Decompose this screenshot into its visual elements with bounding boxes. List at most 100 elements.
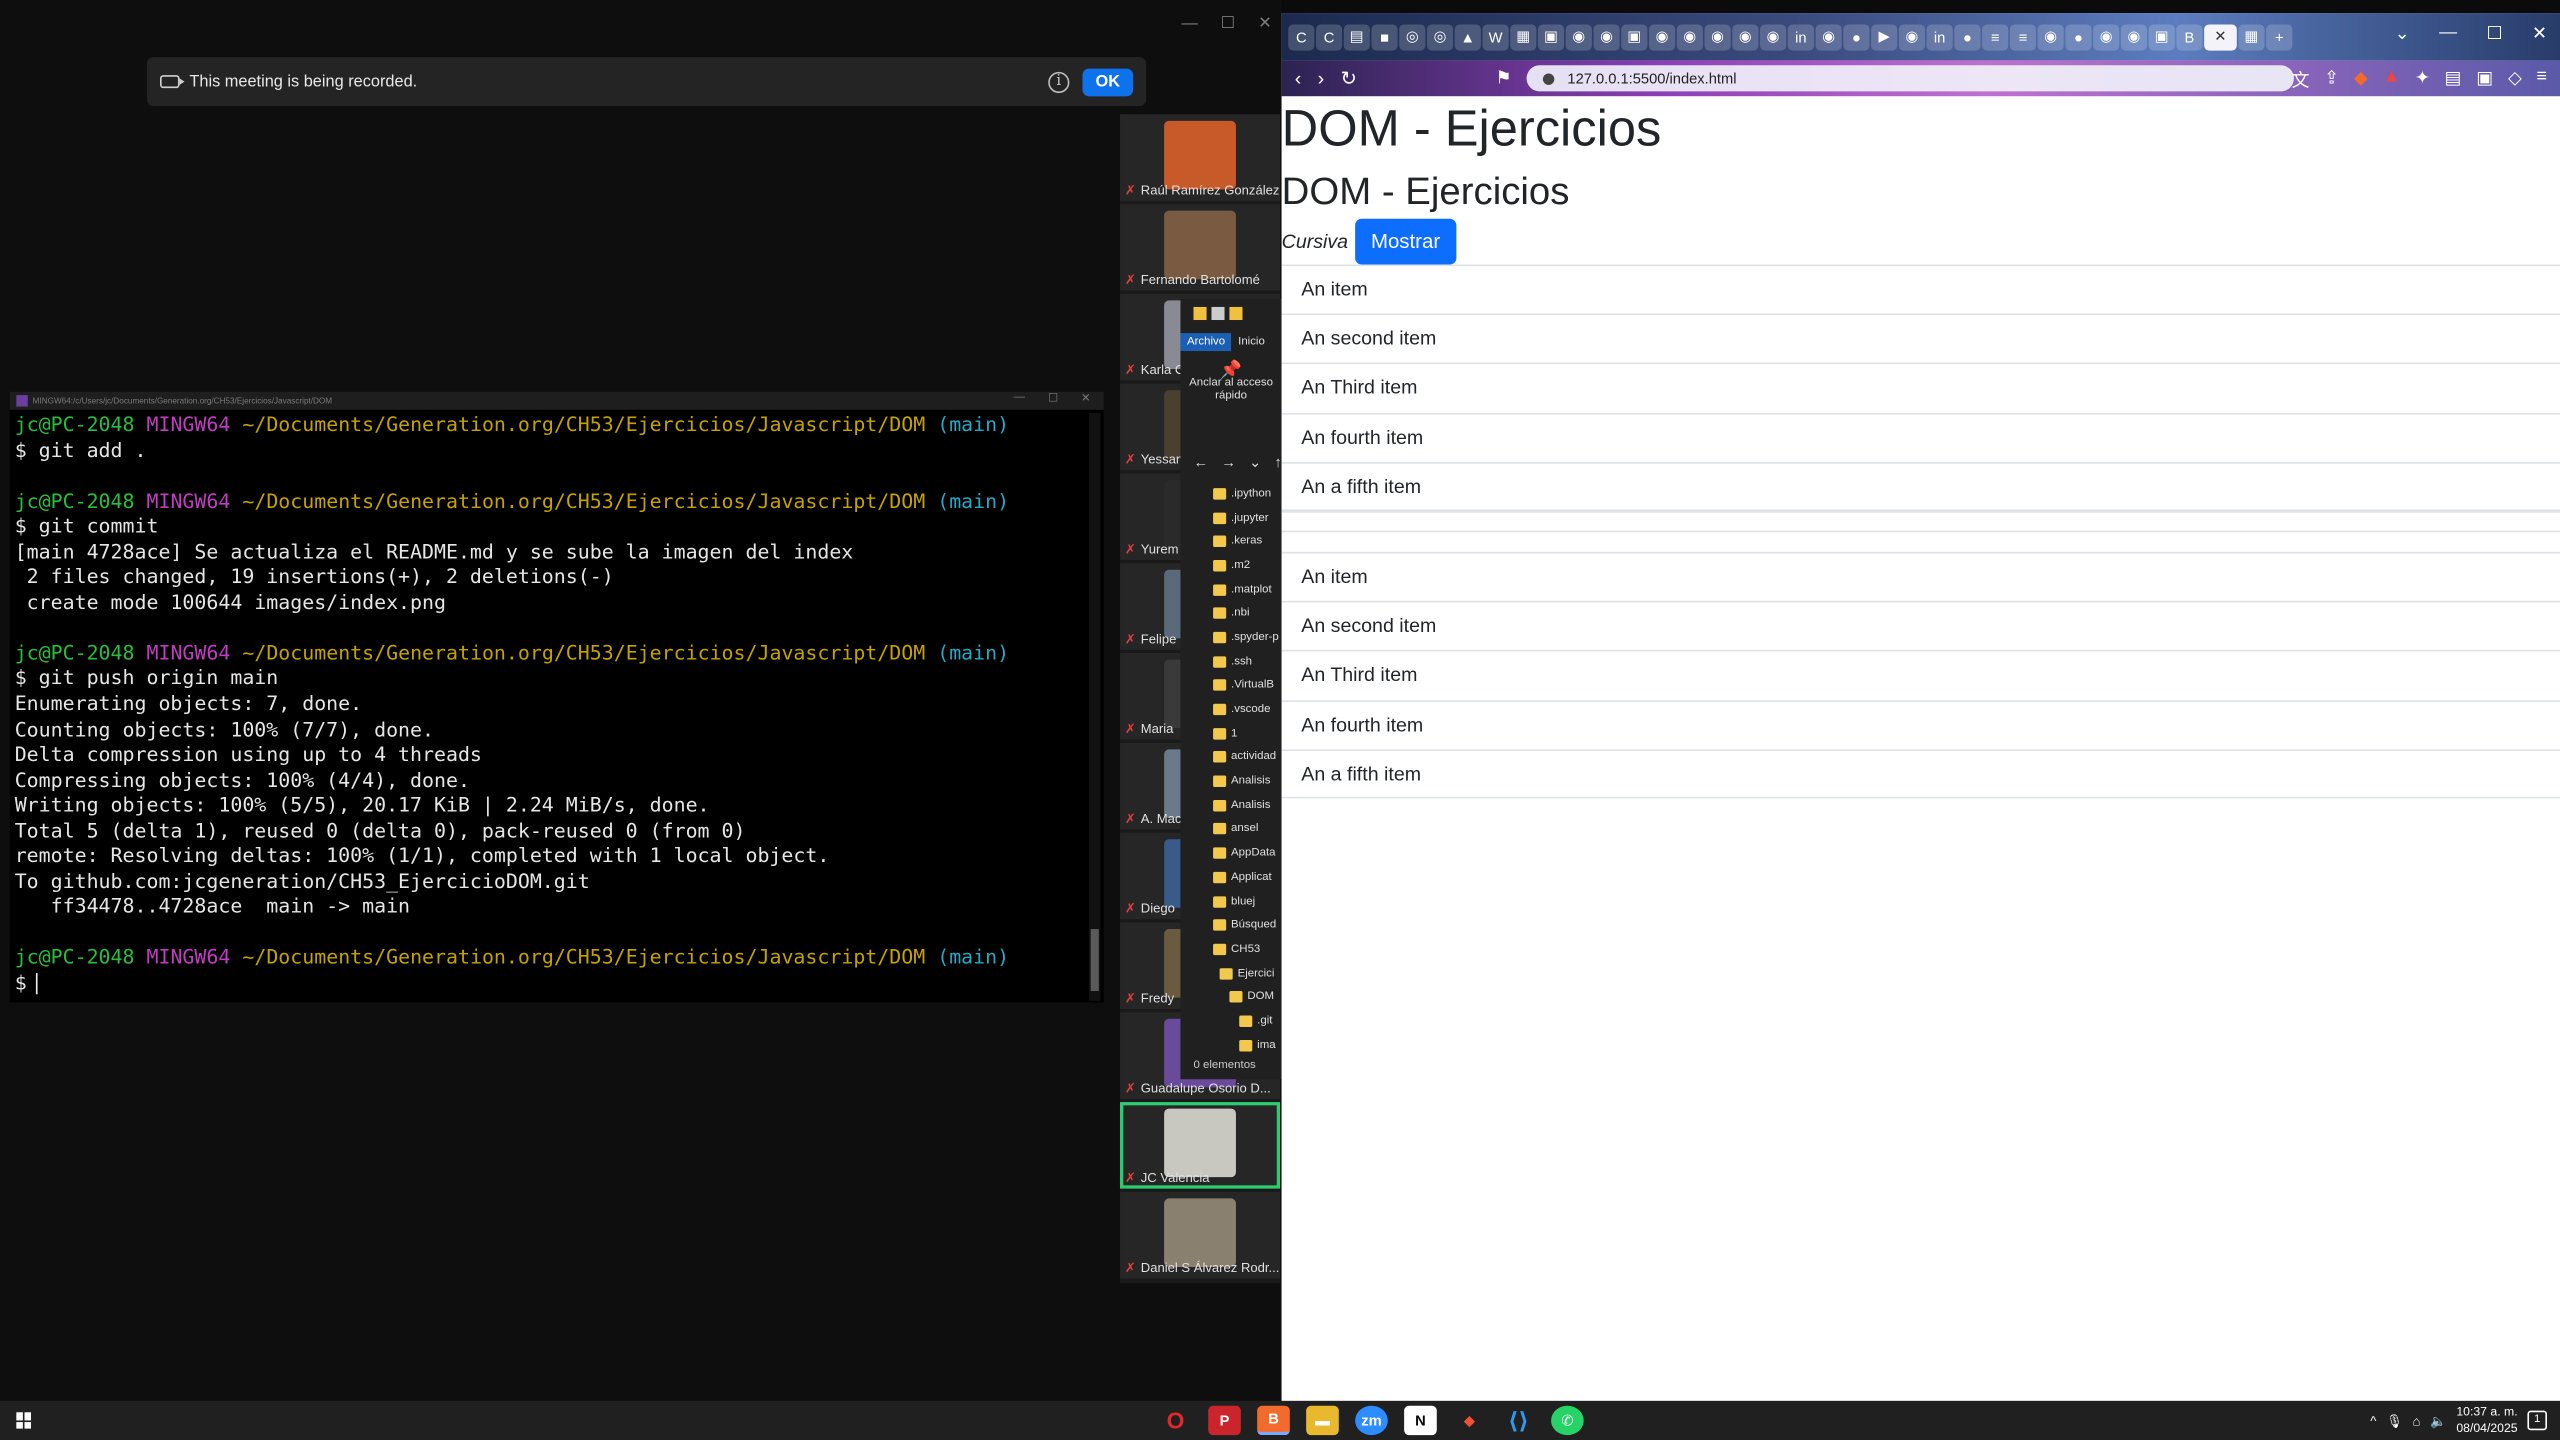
folder-tree-item[interactable]: .vscode xyxy=(1180,697,1281,721)
windows-start-icon[interactable] xyxy=(16,1412,32,1429)
browser-tab[interactable]: W xyxy=(1482,23,1509,50)
participant-tile[interactable]: ✗ Fernando Bartolomé xyxy=(1120,204,1281,291)
terminal-minimize-button[interactable]: — xyxy=(1014,392,1025,405)
browser-tab[interactable]: C xyxy=(1288,23,1315,50)
folder-tree-item[interactable]: .nbi xyxy=(1180,602,1281,626)
network-icon[interactable]: ⌂ xyxy=(2413,1413,2421,1428)
rewards-icon[interactable]: ▲ xyxy=(2382,67,2400,93)
wallet-icon[interactable]: ▣ xyxy=(2476,67,2493,93)
forward-button[interactable]: › xyxy=(1318,67,1325,90)
participant-tile[interactable]: ✗ JC Valencia xyxy=(1120,1102,1281,1189)
pin-quick-access-button[interactable]: 📌 Anclar al acceso rápido xyxy=(1180,354,1281,449)
browser-tab[interactable]: ◉ xyxy=(1593,23,1620,50)
browser-tab[interactable]: ▲ xyxy=(1454,23,1481,50)
browser-tab[interactable]: ◉ xyxy=(1732,23,1759,50)
tab-archivo[interactable]: Archivo xyxy=(1180,332,1232,351)
browser-tab[interactable]: in xyxy=(1926,23,1953,50)
terminal-scrollbar[interactable] xyxy=(1089,413,1101,1001)
notification-icon[interactable]: 1 xyxy=(2527,1410,2548,1431)
mostrar-button[interactable]: Mostrar xyxy=(1354,218,1457,265)
browser-tab[interactable]: ◉ xyxy=(2037,23,2064,50)
terminal-input-line[interactable]: $ xyxy=(15,972,1099,997)
terminal-output[interactable]: jc@PC-2048 MINGW64 ~/Documents/Generatio… xyxy=(9,409,1104,1003)
recent-dropdown-icon[interactable]: ⌄ xyxy=(1249,453,1261,471)
folder-tree-item[interactable]: Analisis xyxy=(1180,769,1281,793)
reload-button[interactable]: ↻ xyxy=(1340,67,1356,90)
new-tab-button[interactable]: + xyxy=(2266,23,2293,50)
folder-tree-item[interactable]: Applicat xyxy=(1180,865,1281,889)
browser-tab[interactable]: ■ xyxy=(1371,23,1398,50)
minimize-button[interactable]: — xyxy=(1181,15,1197,33)
git-icon[interactable]: ◆ xyxy=(1453,1406,1486,1435)
browser-tab[interactable]: ▤ xyxy=(1343,23,1370,50)
browser-tab[interactable]: ◉ xyxy=(1760,23,1787,50)
url-field[interactable]: 127.0.0.1:5500/index.html xyxy=(1526,65,2294,92)
folder-tree-item[interactable]: .m2 xyxy=(1180,554,1281,578)
browser-tab[interactable]: ▶ xyxy=(1871,23,1898,50)
browser-tab[interactable]: ▦ xyxy=(1510,23,1537,50)
folder-tree-item[interactable]: 1 xyxy=(1180,721,1281,745)
properties-icon[interactable] xyxy=(1211,306,1225,321)
file-explorer-icon[interactable]: ▬ xyxy=(1306,1405,1339,1436)
browser-tab[interactable]: ◉ xyxy=(1565,23,1592,50)
tab-search-icon[interactable]: ⌄ xyxy=(2395,23,2410,44)
folder-tree-item[interactable]: AppData xyxy=(1180,841,1281,865)
notion-icon[interactable]: N xyxy=(1404,1405,1437,1436)
close-button[interactable]: ✕ xyxy=(1258,15,1272,33)
browser-tab[interactable]: ◉ xyxy=(1898,23,1925,50)
browser-tab[interactable]: ◉ xyxy=(2093,23,2120,50)
vscode-icon[interactable]: ⟨⟩ xyxy=(1502,1406,1535,1435)
folder-tree-item[interactable]: CH53 xyxy=(1180,937,1281,961)
share-icon[interactable]: ⇪ xyxy=(2324,67,2339,93)
folder-tree-item[interactable]: Búsqued xyxy=(1180,913,1281,937)
participant-tile[interactable]: ✗ Daniel S Álvarez Rodr... xyxy=(1120,1191,1281,1279)
browser-close-button[interactable]: ✕ xyxy=(2532,23,2547,44)
browser-tab[interactable]: ● xyxy=(1843,23,1870,50)
extensions-icon[interactable]: ✦ xyxy=(2415,67,2430,93)
folder-tree-item[interactable]: .git xyxy=(1180,1009,1281,1033)
site-info-icon[interactable] xyxy=(1542,72,1555,85)
whatsapp-icon[interactable]: ✆ xyxy=(1551,1405,1584,1436)
folder-tree-item[interactable]: actividad xyxy=(1180,745,1281,769)
brave-browser-icon[interactable]: B xyxy=(1257,1405,1290,1436)
info-icon[interactable]: i xyxy=(1048,71,1070,93)
browser-tab[interactable]: ◉ xyxy=(1704,23,1731,50)
browser-tab[interactable]: ◉ xyxy=(2120,23,2148,50)
browser-tab[interactable]: in xyxy=(1787,23,1814,50)
microphone-icon[interactable]: 🎙 xyxy=(2386,1413,2403,1428)
folder-tree-item[interactable]: bluej xyxy=(1180,889,1281,913)
browser-tab[interactable]: ◎ xyxy=(1426,23,1454,50)
folder-tree-item[interactable]: .VirtualB xyxy=(1180,673,1281,697)
browser-minimize-button[interactable]: — xyxy=(2439,23,2457,44)
browser-tab[interactable]: ● xyxy=(1954,23,1981,50)
browser-tab[interactable]: C xyxy=(1315,23,1343,50)
browser-tab[interactable]: ▣ xyxy=(1621,23,1648,50)
browser-tab[interactable]: ▣ xyxy=(1538,23,1565,50)
terminal-close-button[interactable]: ✕ xyxy=(1081,392,1091,404)
clock[interactable]: 10:37 a. m. 08/04/2025 xyxy=(2456,1404,2517,1437)
folder-tree-item[interactable]: .jupyter xyxy=(1180,506,1281,530)
browser-tab[interactable]: ◎ xyxy=(1399,23,1426,50)
folder-tree-item[interactable]: .ssh xyxy=(1180,650,1281,674)
vpn-icon[interactable]: ◇ xyxy=(2508,67,2522,93)
folder-tree-item[interactable]: ansel xyxy=(1180,817,1281,841)
active-tab-close-button[interactable]: ✕ xyxy=(2204,23,2237,50)
folder-tree-item[interactable]: .ipython xyxy=(1180,482,1281,506)
participant-tile[interactable]: ✗ Raúl Ramírez González xyxy=(1120,114,1281,201)
terminal-scrollbar-thumb[interactable] xyxy=(1090,929,1099,992)
volume-icon[interactable]: 🔈 xyxy=(2430,1413,2446,1428)
browser-maximize-button[interactable]: ☐ xyxy=(2486,23,2502,44)
terminal-maximize-button[interactable]: ☐ xyxy=(1048,392,1058,404)
browser-tab[interactable]: ≡ xyxy=(2009,23,2036,50)
maximize-button[interactable]: ☐ xyxy=(1221,15,1236,33)
browser-tab[interactable]: ≡ xyxy=(1982,23,2009,50)
browser-tab[interactable]: ● xyxy=(2065,23,2092,50)
forward-arrow-icon[interactable]: → xyxy=(1221,454,1236,470)
translate-icon[interactable]: 文 xyxy=(2291,67,2309,93)
new-folder-icon[interactable] xyxy=(1229,306,1243,321)
opera-icon[interactable]: O xyxy=(1159,1406,1192,1435)
sidebar-icon[interactable]: ▤ xyxy=(2445,67,2462,93)
tab-inicio[interactable]: Inicio xyxy=(1232,332,1272,350)
folder-tree-item[interactable]: .spyder-p xyxy=(1180,626,1281,650)
back-button[interactable]: ‹ xyxy=(1295,67,1302,90)
